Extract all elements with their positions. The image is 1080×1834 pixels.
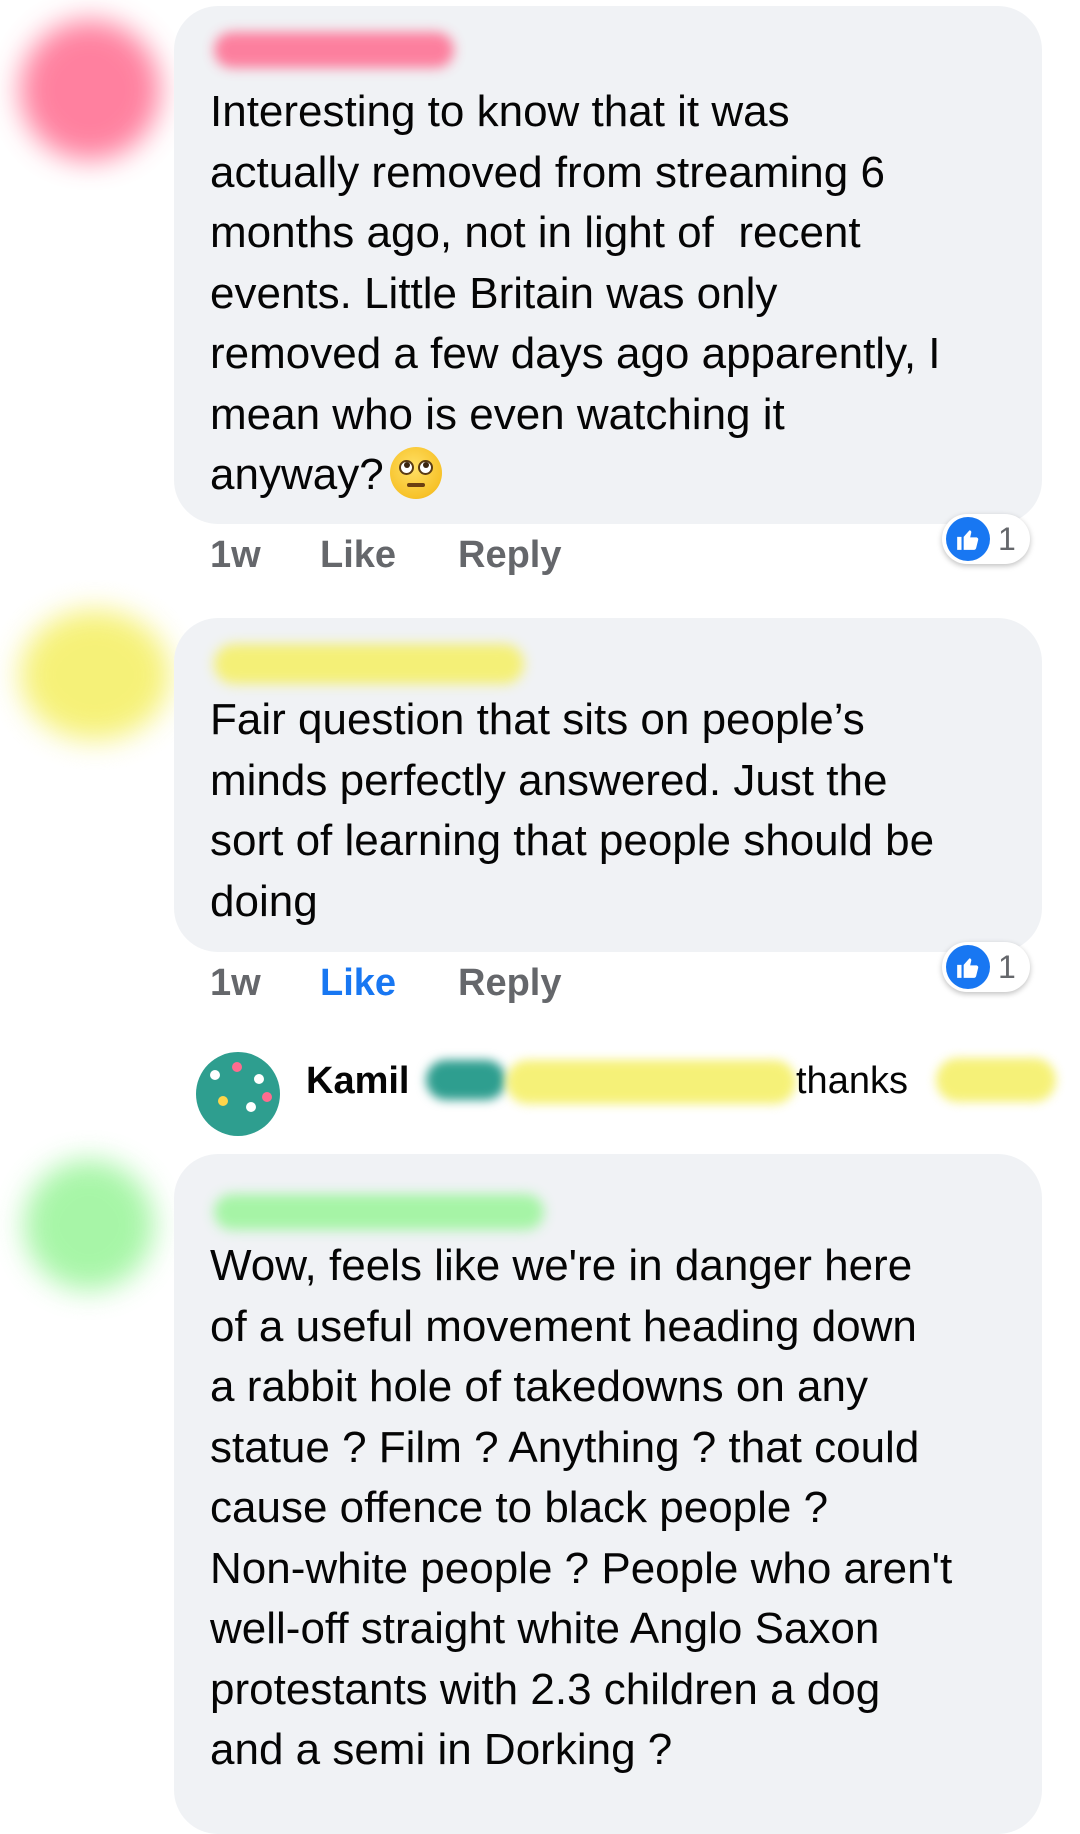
comment-text: Interesting to know that it was actually…	[210, 87, 941, 499]
redacted-reply-text	[506, 1060, 796, 1104]
reply-author-name[interactable]: Kamil	[306, 1060, 409, 1103]
commenter-avatar[interactable]	[20, 20, 160, 160]
reply-button[interactable]: Reply	[458, 962, 561, 1005]
thumbs-up-icon	[946, 945, 990, 989]
reply-preview-text: thanks	[796, 1060, 908, 1102]
redacted-author-name	[214, 1194, 544, 1230]
redacted-reply-text	[936, 1058, 1056, 1102]
commenter-avatar[interactable]	[24, 1160, 154, 1290]
comment-text: Fair question that sits on people’s mind…	[210, 695, 935, 926]
comment-bubble: Interesting to know that it was actually…	[174, 6, 1042, 524]
reaction-count[interactable]: 1	[942, 514, 1030, 564]
comment-timestamp[interactable]: 1w	[210, 534, 320, 577]
thumbs-up-icon	[946, 517, 990, 561]
comment-bubble: Fair question that sits on people’s mind…	[174, 618, 1042, 952]
redacted-author-name	[214, 644, 524, 684]
comment-actions: 1w Like Reply	[210, 962, 561, 1005]
comment-text: Wow, feels like we're in danger here of …	[210, 1241, 953, 1774]
face-with-rolling-eyes-icon	[389, 447, 442, 499]
reply-button[interactable]: Reply	[458, 534, 561, 577]
reply-preview[interactable]: Kamil thanks	[196, 1052, 1056, 1136]
reaction-count[interactable]: 1	[942, 942, 1030, 992]
reply-author-avatar[interactable]	[196, 1052, 280, 1136]
comment-bubble: Wow, feels like we're in danger here of …	[174, 1154, 1042, 1834]
reaction-count-value: 1	[998, 948, 1016, 985]
like-button[interactable]: Like	[320, 962, 458, 1005]
comment-timestamp[interactable]: 1w	[210, 962, 320, 1005]
commenter-avatar[interactable]	[20, 610, 170, 740]
like-button[interactable]: Like	[320, 534, 458, 577]
reaction-count-value: 1	[998, 520, 1016, 557]
comment-actions: 1w Like Reply	[210, 534, 561, 577]
redacted-author-name	[214, 32, 454, 68]
redacted-reply-text	[426, 1060, 506, 1100]
